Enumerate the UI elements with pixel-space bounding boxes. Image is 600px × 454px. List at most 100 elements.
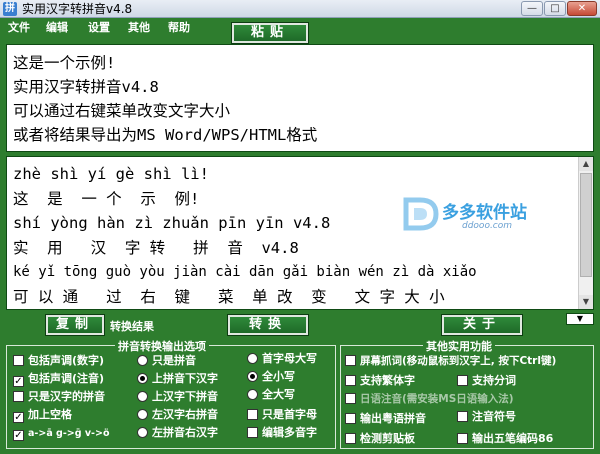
minimize-button[interactable]: — (521, 1, 543, 16)
close-button[interactable]: ✕ (567, 1, 597, 16)
checkbox[interactable] (13, 355, 24, 366)
option-label: 注音符号 (472, 410, 516, 423)
checkbox[interactable] (247, 409, 258, 420)
checkbox[interactable] (345, 355, 356, 366)
menu-help[interactable]: 帮助 (168, 21, 190, 35)
option-screen-capture[interactable]: 屏幕抓词(移动鼠标到汉字上, 按下Ctrl键) (345, 354, 556, 368)
option-label: 首字母大写 (262, 352, 317, 365)
group-title: 拼音转换输出选项 (115, 338, 209, 354)
convert-button[interactable]: 转换 (227, 314, 309, 336)
option-label: 上拼音下汉字 (152, 372, 218, 385)
about-button[interactable]: 关于 (441, 314, 523, 336)
checkbox[interactable] (345, 393, 356, 404)
input-line: 实用汉字转拼音v4.8 (13, 78, 159, 96)
option-label: 只是汉字的拼音 (28, 390, 105, 403)
option-label: 只是拼音 (152, 354, 196, 367)
input-line: 这是一个示例! (13, 54, 116, 72)
group-title: 其他实用功能 (423, 338, 495, 354)
checkbox[interactable] (345, 375, 356, 386)
other-features-group: 其他实用功能 屏幕抓词(移动鼠标到汉字上, 按下Ctrl键) 支持繁体字 支持分… (340, 338, 594, 449)
option-clipboard-monitor[interactable]: 检测剪贴板 (345, 432, 415, 446)
option-edit-polyphones[interactable]: 编辑多音字 (247, 426, 317, 440)
option-label: 支持繁体字 (360, 374, 415, 387)
option-add-space[interactable]: ✓ 加上空格 (13, 408, 72, 423)
checkbox[interactable] (247, 427, 258, 438)
checkbox[interactable] (457, 433, 468, 444)
checkbox[interactable] (345, 413, 356, 424)
radio-only-pinyin[interactable]: 只是拼音 (137, 354, 196, 368)
checkbox[interactable]: ✓ (13, 430, 24, 441)
radio-pinyin-above[interactable]: 上拼音下汉字 (137, 372, 218, 386)
radio[interactable] (137, 427, 148, 438)
option-label: 加上空格 (28, 408, 72, 421)
output-line: 实 用 汉 字 转 拼 音 v4.8 (13, 238, 299, 257)
output-line: ké yǐ tōng guò yòu jiàn cài dān gǎi biàn… (13, 264, 477, 280)
option-label: 左拼音右汉字 (152, 426, 218, 439)
radio-hanzi-above[interactable]: 上汉字下拼音 (137, 390, 218, 404)
checkbox[interactable] (345, 433, 356, 444)
menu-edit[interactable]: 编辑 (46, 21, 68, 35)
option-japanese[interactable]: 日语注音(需安装MS日语输入法) (345, 392, 514, 406)
menu-file[interactable]: 文件 (8, 21, 30, 35)
copy-button[interactable]: 复制 (45, 314, 105, 336)
checkbox[interactable]: ✓ (13, 376, 24, 387)
checkbox[interactable] (457, 411, 468, 422)
option-label: 编辑多音字 (262, 426, 317, 439)
option-label: 包括声调(注音) (28, 372, 105, 385)
menu-other[interactable]: 其他 (128, 21, 150, 35)
option-only-pinyin-of-hanzi[interactable]: 只是汉字的拼音 (13, 390, 105, 404)
collapse-arrow-icon[interactable]: ▼ (566, 313, 594, 325)
option-tone-number[interactable]: 包括声调(数字) (13, 354, 104, 368)
checkbox[interactable] (457, 375, 468, 386)
option-tone-mark[interactable]: ✓ 包括声调(注音) (13, 372, 105, 387)
radio[interactable] (137, 355, 148, 366)
paste-button[interactable]: 粘贴 (231, 22, 309, 44)
radio-pinyin-left[interactable]: 左拼音右汉字 (137, 426, 218, 440)
option-wubi-86[interactable]: 输出五笔编码86 (457, 432, 553, 446)
maximize-button[interactable]: □ (544, 1, 566, 16)
option-label: 全小写 (262, 370, 295, 383)
option-label: 屏幕抓词(移动鼠标到汉字上, 按下Ctrl键) (360, 355, 557, 367)
option-label: 输出五笔编码86 (472, 432, 554, 445)
result-label: 转换结果 (110, 320, 154, 333)
option-label: 包括声调(数字) (28, 354, 105, 367)
checkbox[interactable]: ✓ (13, 412, 24, 423)
app-window: 拼 实用汉字转拼音v4.8 — □ ✕ 文件 编辑 设置 其他 帮助 粘贴 这是… (0, 0, 600, 454)
output-line: shí yòng hàn zì zhuǎn pīn yīn v4.8 (13, 214, 331, 232)
option-traditional[interactable]: 支持繁体字 (345, 374, 415, 388)
radio[interactable] (137, 409, 148, 420)
option-bopomofo[interactable]: 注音符号 (457, 410, 516, 424)
radio-capitalize-first[interactable]: 首字母大写 (247, 352, 317, 366)
pinyin-options-group: 拼音转换输出选项 包括声调(数字) ✓ 包括声调(注音) 只是汉字的拼音 ✓ 加上空… (6, 338, 336, 449)
option-vowel-convert[interactable]: ✓ a->ā g->ḡ v->ö (13, 426, 110, 441)
output-textarea[interactable]: zhè shì yí gè shì lì! 这 是 一 个 示 例! shí y… (6, 156, 594, 310)
app-icon: 拼 (3, 2, 17, 16)
radio-hanzi-left[interactable]: 左汉字右拼音 (137, 408, 218, 422)
input-textarea[interactable]: 这是一个示例! 实用汉字转拼音v4.8 可以通过右键菜单改变文字大小 或者将结果… (6, 44, 594, 152)
radio[interactable] (137, 391, 148, 402)
radio[interactable] (247, 371, 258, 382)
radio-all-upper[interactable]: 全大写 (247, 388, 295, 402)
output-line: zhè shì yí gè shì lì! (13, 165, 209, 183)
checkbox[interactable] (13, 391, 24, 402)
option-initials-only[interactable]: 只是首字母 (247, 408, 317, 422)
option-label: 左汉字右拼音 (152, 408, 218, 421)
scroll-down-icon[interactable]: ▼ (579, 295, 593, 309)
option-label: 全大写 (262, 388, 295, 401)
option-label: 输出粤语拼音 (360, 412, 426, 425)
radio[interactable] (247, 353, 258, 364)
menu-settings[interactable]: 设置 (88, 21, 110, 35)
option-word-segment[interactable]: 支持分词 (457, 374, 516, 388)
option-cantonese[interactable]: 输出粤语拼音 (345, 412, 426, 426)
option-label: 日语注音(需安装MS日语输入法) (360, 393, 514, 405)
radio[interactable] (247, 389, 258, 400)
option-label: 支持分词 (472, 374, 516, 387)
radio-all-lower[interactable]: 全小写 (247, 370, 295, 384)
output-scrollbar[interactable]: ▲ ▼ (578, 157, 593, 309)
output-line: 这 是 一 个 示 例! (13, 189, 200, 208)
scroll-thumb[interactable] (580, 173, 592, 277)
option-label: a->ā g->ḡ v->ö (28, 428, 110, 439)
input-line: 或者将结果导出为MS Word/WPS/HTML格式 (13, 126, 318, 144)
radio[interactable] (137, 373, 148, 384)
scroll-up-icon[interactable]: ▲ (579, 157, 593, 171)
